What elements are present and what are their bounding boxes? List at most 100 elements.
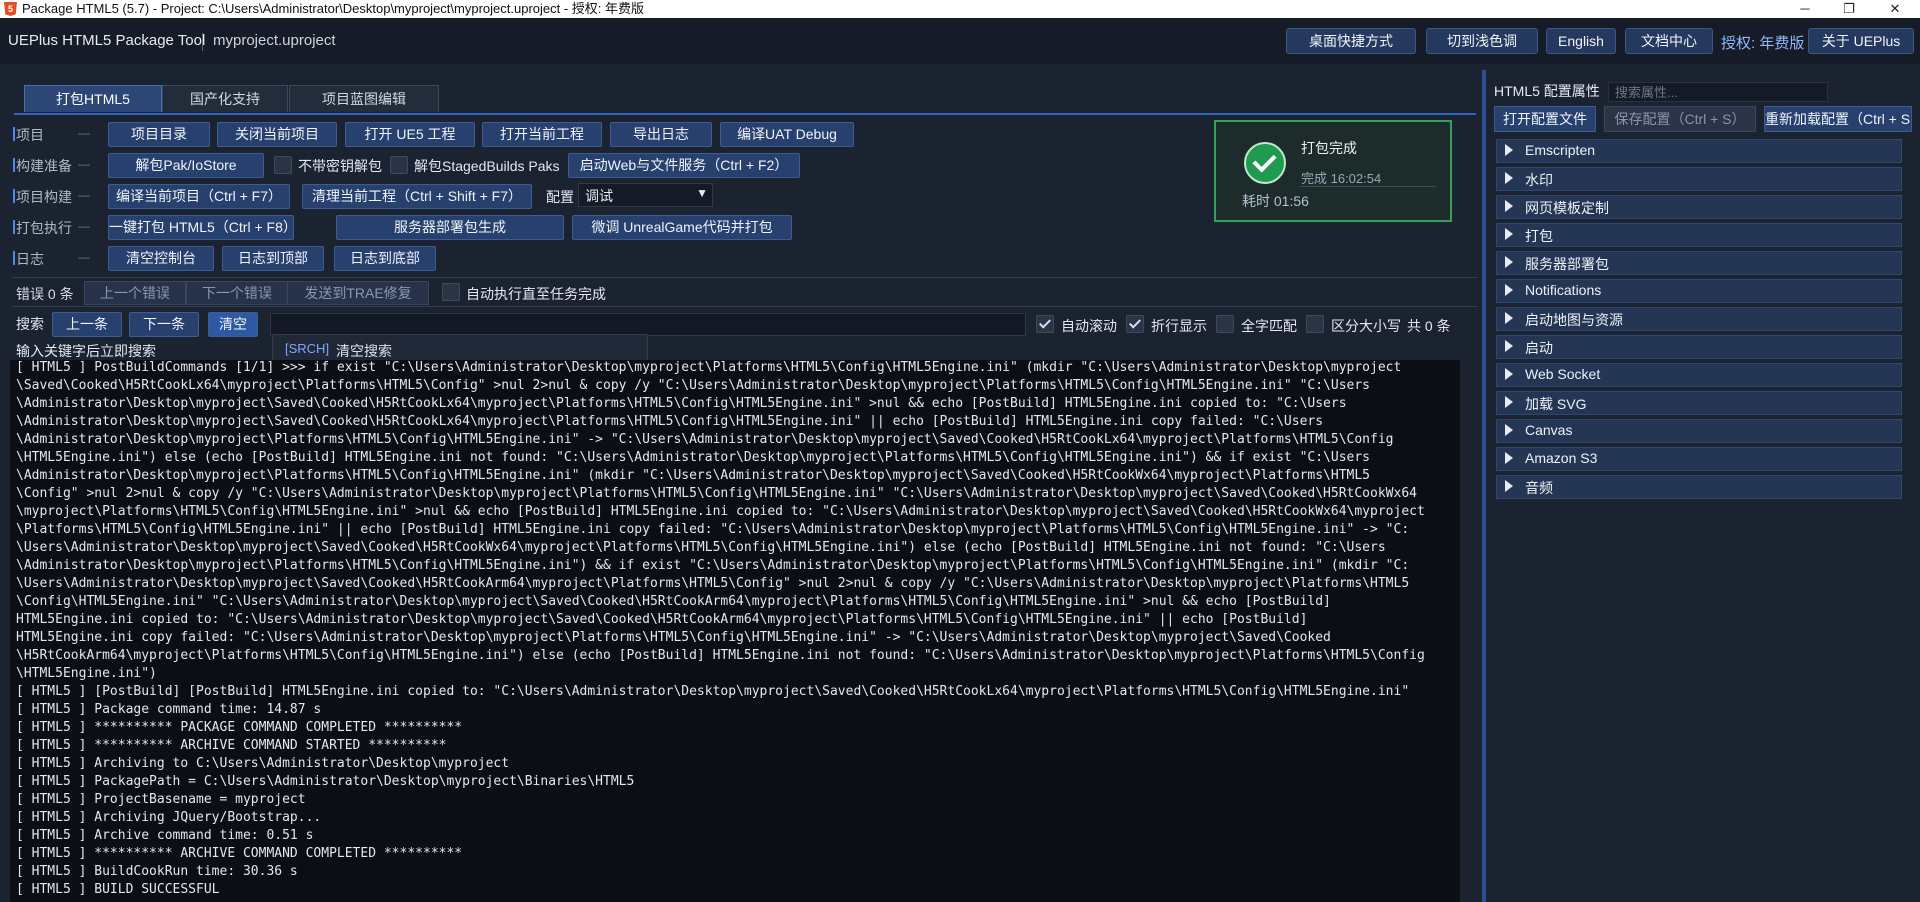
row-label-build-prep: 构建准备 (13, 158, 72, 174)
config-section[interactable]: 启动 (1496, 335, 1902, 359)
expand-arrow-icon (1505, 144, 1513, 156)
config-section-label: Emscripten (1525, 142, 1596, 158)
console-output[interactable]: [ HTML5 ] PostBuildCommands [1/1] >>> if… (10, 360, 1460, 902)
open-ue5-project-button[interactable]: 打开 UE5 工程 (345, 122, 475, 147)
config-section[interactable]: Notifications (1496, 279, 1902, 303)
config-section[interactable]: 打包 (1496, 223, 1902, 247)
minimize-icon[interactable]: ─ (1782, 0, 1828, 18)
config-section[interactable]: Amazon S3 (1496, 447, 1902, 471)
start-web-service-button[interactable]: 启动Web与文件服务（Ctrl + F2） (568, 153, 800, 178)
search-next-button[interactable]: 下一条 (129, 312, 199, 337)
console-line: \Administrator\Desktop\myproject\Platfor… (16, 432, 1394, 447)
send-to-trae-button[interactable]: 发送到TRAE修复 (287, 281, 429, 305)
reload-config-button[interactable]: 重新加载配置（Ctrl + Shift + R） (1764, 106, 1912, 132)
row-dash: — (78, 219, 90, 233)
no-key-checkbox[interactable] (274, 156, 292, 174)
error-count: 错误 0 条 (16, 286, 74, 302)
project-name: myproject.uproject (213, 32, 336, 49)
unpack-pak-button[interactable]: 解包Pak/IoStore (108, 153, 264, 178)
auto-scroll-checkbox[interactable] (1036, 315, 1054, 333)
open-config-button[interactable]: 打开配置文件 (1494, 106, 1596, 132)
maximize-icon[interactable]: ❐ (1826, 0, 1872, 18)
expand-arrow-icon (1505, 340, 1513, 352)
package-complete-card: 打包完成 完成 16:02:54 耗时 01:56 (1214, 120, 1452, 222)
panel-splitter[interactable] (1482, 70, 1486, 902)
console-line: [ HTML5 ] PackagePath = C:\Users\Adminis… (16, 774, 635, 789)
desktop-shortcut-button[interactable]: 桌面快捷方式 (1286, 28, 1416, 54)
expand-arrow-icon (1505, 256, 1513, 268)
config-section-label: 音频 (1525, 480, 1553, 496)
match-count: 共 0 条 (1407, 318, 1451, 334)
config-select[interactable]: 调试 ▼ (578, 183, 713, 207)
search-input[interactable] (270, 313, 1026, 336)
english-button[interactable]: English (1546, 28, 1616, 54)
staged-builds-label: 解包StagedBuilds Paks (414, 158, 560, 174)
log-bottom-button[interactable]: 日志到底部 (334, 246, 436, 271)
docs-button[interactable]: 文档中心 (1625, 28, 1713, 54)
config-section-label: 启动 (1525, 340, 1553, 356)
export-log-button[interactable]: 导出日志 (610, 122, 712, 147)
about-button[interactable]: 关于 UEPlus (1808, 28, 1914, 54)
light-theme-button[interactable]: 切到浅色调 (1426, 28, 1538, 54)
compile-project-button[interactable]: 编译当前项目（Ctrl + F7） (108, 184, 290, 209)
search-clear-button[interactable]: 清空 (208, 312, 258, 337)
row-label-log: 日志 (13, 251, 44, 267)
compile-uat-debug-button[interactable]: 编译UAT Debug (720, 122, 854, 147)
search-hint: 输入关键字后立即搜索 (16, 343, 156, 359)
window-title: Package HTML5 (5.7) - Project: C:\Users\… (22, 1, 645, 16)
config-section-label: 服务器部署包 (1525, 256, 1609, 272)
row-dash: — (78, 188, 90, 202)
config-section[interactable]: 服务器部署包 (1496, 251, 1902, 275)
project-dir-button[interactable]: 项目目录 (108, 122, 210, 147)
console-line: [ HTML5 ] BUILD SUCCESSFUL (16, 882, 220, 897)
config-section[interactable]: Canvas (1496, 419, 1902, 443)
console-scrollbar[interactable] (1460, 360, 1476, 902)
elapsed-time: 耗时 01:56 (1242, 193, 1309, 209)
config-section[interactable]: Emscripten (1496, 139, 1902, 163)
check-circle-icon (1244, 142, 1286, 184)
case-sensitive-checkbox[interactable] (1306, 315, 1324, 333)
config-section[interactable]: 网页模板定制 (1496, 195, 1902, 219)
next-error-button[interactable]: 下一个错误 (186, 281, 288, 305)
console-line: [ HTML5 ] ********** ARCHIVE COMMAND COM… (16, 846, 463, 861)
complete-time: 完成 16:02:54 (1301, 171, 1382, 186)
console-line: \HTML5Engine.ini") else (echo [PostBuild… (16, 450, 1371, 465)
tab-package-html5[interactable]: 打包HTML5 (24, 85, 162, 112)
console-line: \Config" >nul 2>nul & copy /y "C:\Users\… (16, 486, 1417, 501)
server-package-button[interactable]: 服务器部署包生成 (336, 215, 564, 240)
close-project-button[interactable]: 关闭当前项目 (217, 122, 337, 147)
close-icon[interactable]: ✕ (1872, 0, 1918, 18)
search-label: 搜索 (16, 316, 44, 332)
config-section-label: Amazon S3 (1525, 450, 1598, 466)
config-value: 调试 (585, 188, 613, 204)
console-line: \Administrator\Desktop\myproject\Platfor… (16, 558, 1410, 573)
tab-localization[interactable]: 国产化支持 (162, 85, 288, 112)
auto-execute-checkbox[interactable] (442, 283, 460, 301)
config-section-label: 打包 (1525, 228, 1553, 244)
open-current-project-button[interactable]: 打开当前工程 (482, 122, 602, 147)
wrap-checkbox[interactable] (1126, 315, 1144, 333)
app-name: UEPlus HTML5 Package Tool (8, 32, 206, 49)
prev-error-button[interactable]: 上一个错误 (84, 281, 186, 305)
clear-search-item[interactable]: 清空搜索 (336, 341, 392, 361)
config-section[interactable]: 加载 SVG (1496, 391, 1902, 415)
console-line: HTML5Engine.ini copy failed: "C:\Users\A… (16, 630, 1331, 645)
search-prev-button[interactable]: 上一条 (52, 312, 122, 337)
staged-builds-checkbox[interactable] (390, 156, 408, 174)
save-config-button[interactable]: 保存配置（Ctrl + S） (1604, 106, 1756, 132)
config-section[interactable]: 音频 (1496, 475, 1902, 499)
clear-console-button[interactable]: 清空控制台 (108, 246, 214, 271)
log-top-button[interactable]: 日志到顶部 (222, 246, 324, 271)
tab-blueprint-edit[interactable]: 项目蓝图编辑 (289, 85, 439, 112)
tweak-unrealgame-button[interactable]: 微调 UnrealGame代码并打包 (572, 215, 792, 240)
property-search-input[interactable]: 搜索属性... (1608, 82, 1828, 102)
clean-project-button[interactable]: 清理当前工程（Ctrl + Shift + F7） (302, 184, 532, 209)
config-section[interactable]: Web Socket (1496, 363, 1902, 387)
expand-arrow-icon (1505, 228, 1513, 240)
config-section[interactable]: 启动地图与资源 (1496, 307, 1902, 331)
console-line: [ HTML5 ] Archiving JQuery/Bootstrap... (16, 810, 322, 825)
config-section[interactable]: 水印 (1496, 167, 1902, 191)
one-click-package-button[interactable]: 一键打包 HTML5（Ctrl + F8） (108, 215, 297, 240)
whole-word-checkbox[interactable] (1216, 315, 1234, 333)
auto-execute-label: 自动执行直至任务完成 (466, 286, 606, 302)
